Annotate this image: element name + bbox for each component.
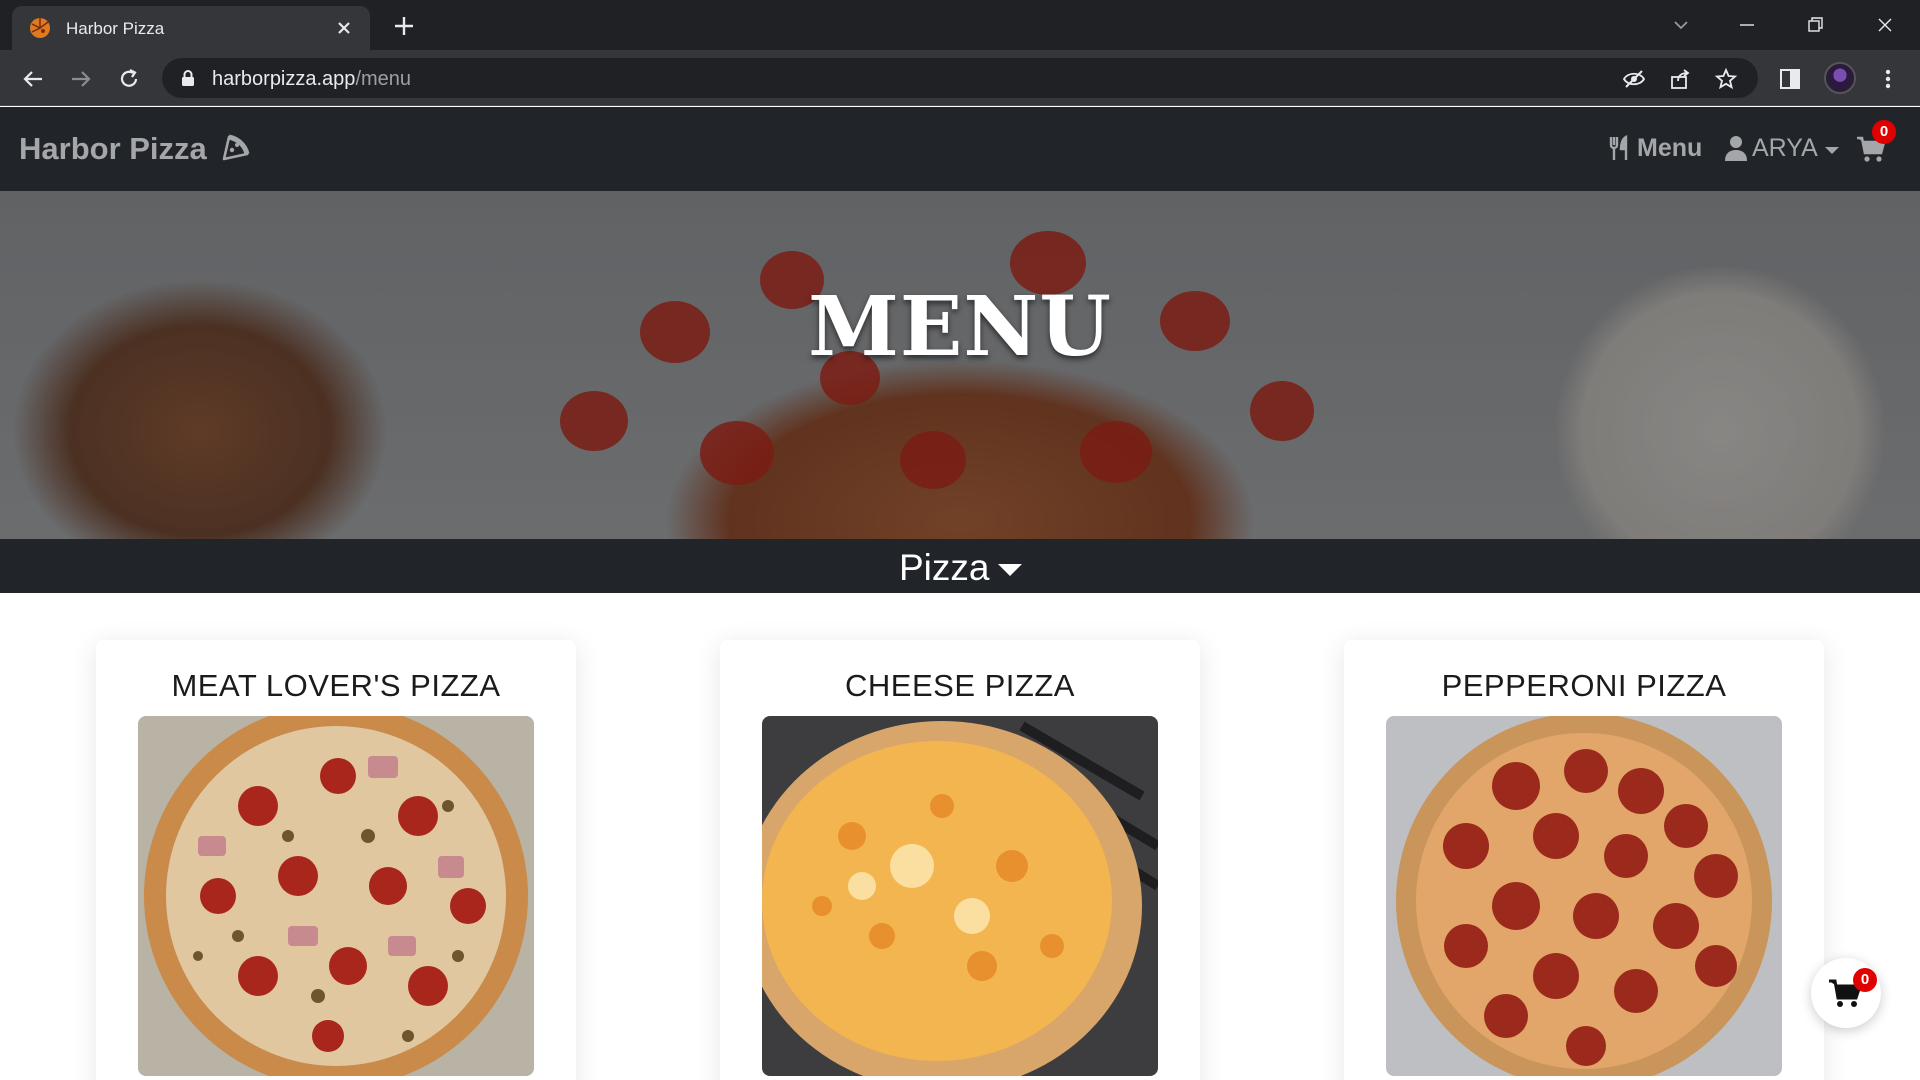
brand-link[interactable]: Harbor Pizza xyxy=(19,131,207,167)
back-arrow-icon[interactable] xyxy=(18,64,48,94)
menu-item-card[interactable]: CHEESE PIZZA xyxy=(720,640,1200,1080)
menu-item-card[interactable]: MEAT LOVER'S PIZZA xyxy=(96,640,576,1080)
cart-count-badge: 0 xyxy=(1853,968,1877,992)
cart-count-badge: 0 xyxy=(1872,120,1896,144)
tab-search-chevron-icon[interactable] xyxy=(1666,10,1696,40)
hero-pepperoni xyxy=(560,391,628,451)
menu-item-title: PEPPERONI PIZZA xyxy=(1441,668,1727,703)
bookmark-star-icon[interactable] xyxy=(1714,67,1738,91)
site-navbar: Harbor Pizza Menu ARYA 0 xyxy=(0,107,1920,191)
category-label[interactable]: Pizza xyxy=(899,547,989,589)
pepperoni-pizza-image[interactable] xyxy=(1386,716,1782,1076)
side-panel-icon[interactable] xyxy=(1776,65,1804,93)
utensils-icon[interactable] xyxy=(1608,135,1632,161)
hero-pepperoni xyxy=(900,431,966,489)
browser-toolbar: harborpizza.app/menu xyxy=(0,50,1920,106)
caret-down-icon[interactable] xyxy=(1825,147,1839,154)
menu-hero-banner: MENU xyxy=(0,191,1920,539)
pizza-favicon-icon xyxy=(30,18,50,38)
restore-icon[interactable] xyxy=(1800,10,1830,40)
nav-menu-link[interactable]: Menu xyxy=(1637,134,1702,163)
new-tab-icon[interactable] xyxy=(390,12,418,40)
share-icon[interactable] xyxy=(1668,67,1692,91)
category-dropdown[interactable]: Pizza xyxy=(0,539,1920,593)
tab-title: Harbor Pizza xyxy=(66,19,165,38)
hero-pepperoni xyxy=(1250,381,1314,441)
meat-lovers-pizza-image[interactable] xyxy=(138,716,534,1076)
browser-tabstrip: Harbor Pizza xyxy=(0,0,1920,50)
forward-arrow-icon[interactable] xyxy=(66,64,96,94)
pizza-slice-icon[interactable] xyxy=(220,131,252,163)
hero-pepperoni xyxy=(700,421,774,485)
close-tab-icon[interactable] xyxy=(332,16,356,40)
browser-tab[interactable]: Harbor Pizza xyxy=(12,6,370,50)
close-window-icon[interactable] xyxy=(1870,10,1900,40)
caret-down-icon[interactable] xyxy=(998,564,1022,576)
user-dropdown-label[interactable]: ARYA xyxy=(1752,134,1818,163)
cheese-pizza-image[interactable] xyxy=(762,716,1158,1076)
hero-pepperoni xyxy=(1080,421,1152,483)
eye-slash-icon[interactable] xyxy=(1622,67,1646,91)
reload-icon[interactable] xyxy=(114,64,144,94)
address-bar[interactable]: harborpizza.app/menu xyxy=(162,58,1758,98)
menu-item-title: CHEESE PIZZA xyxy=(845,668,1075,703)
floating-cart-button[interactable]: 0 xyxy=(1811,958,1881,1028)
profile-avatar[interactable] xyxy=(1824,62,1856,94)
more-menu-icon[interactable] xyxy=(1874,65,1902,93)
menu-item-card[interactable]: PEPPERONI PIZZA xyxy=(1344,640,1824,1080)
user-icon[interactable] xyxy=(1724,135,1748,161)
lock-icon[interactable] xyxy=(180,69,196,87)
menu-item-title: MEAT LOVER'S PIZZA xyxy=(171,668,501,703)
page-title: MENU xyxy=(808,279,1112,375)
minimize-icon[interactable] xyxy=(1732,10,1762,40)
url-text[interactable]: harborpizza.app/menu xyxy=(212,68,411,91)
